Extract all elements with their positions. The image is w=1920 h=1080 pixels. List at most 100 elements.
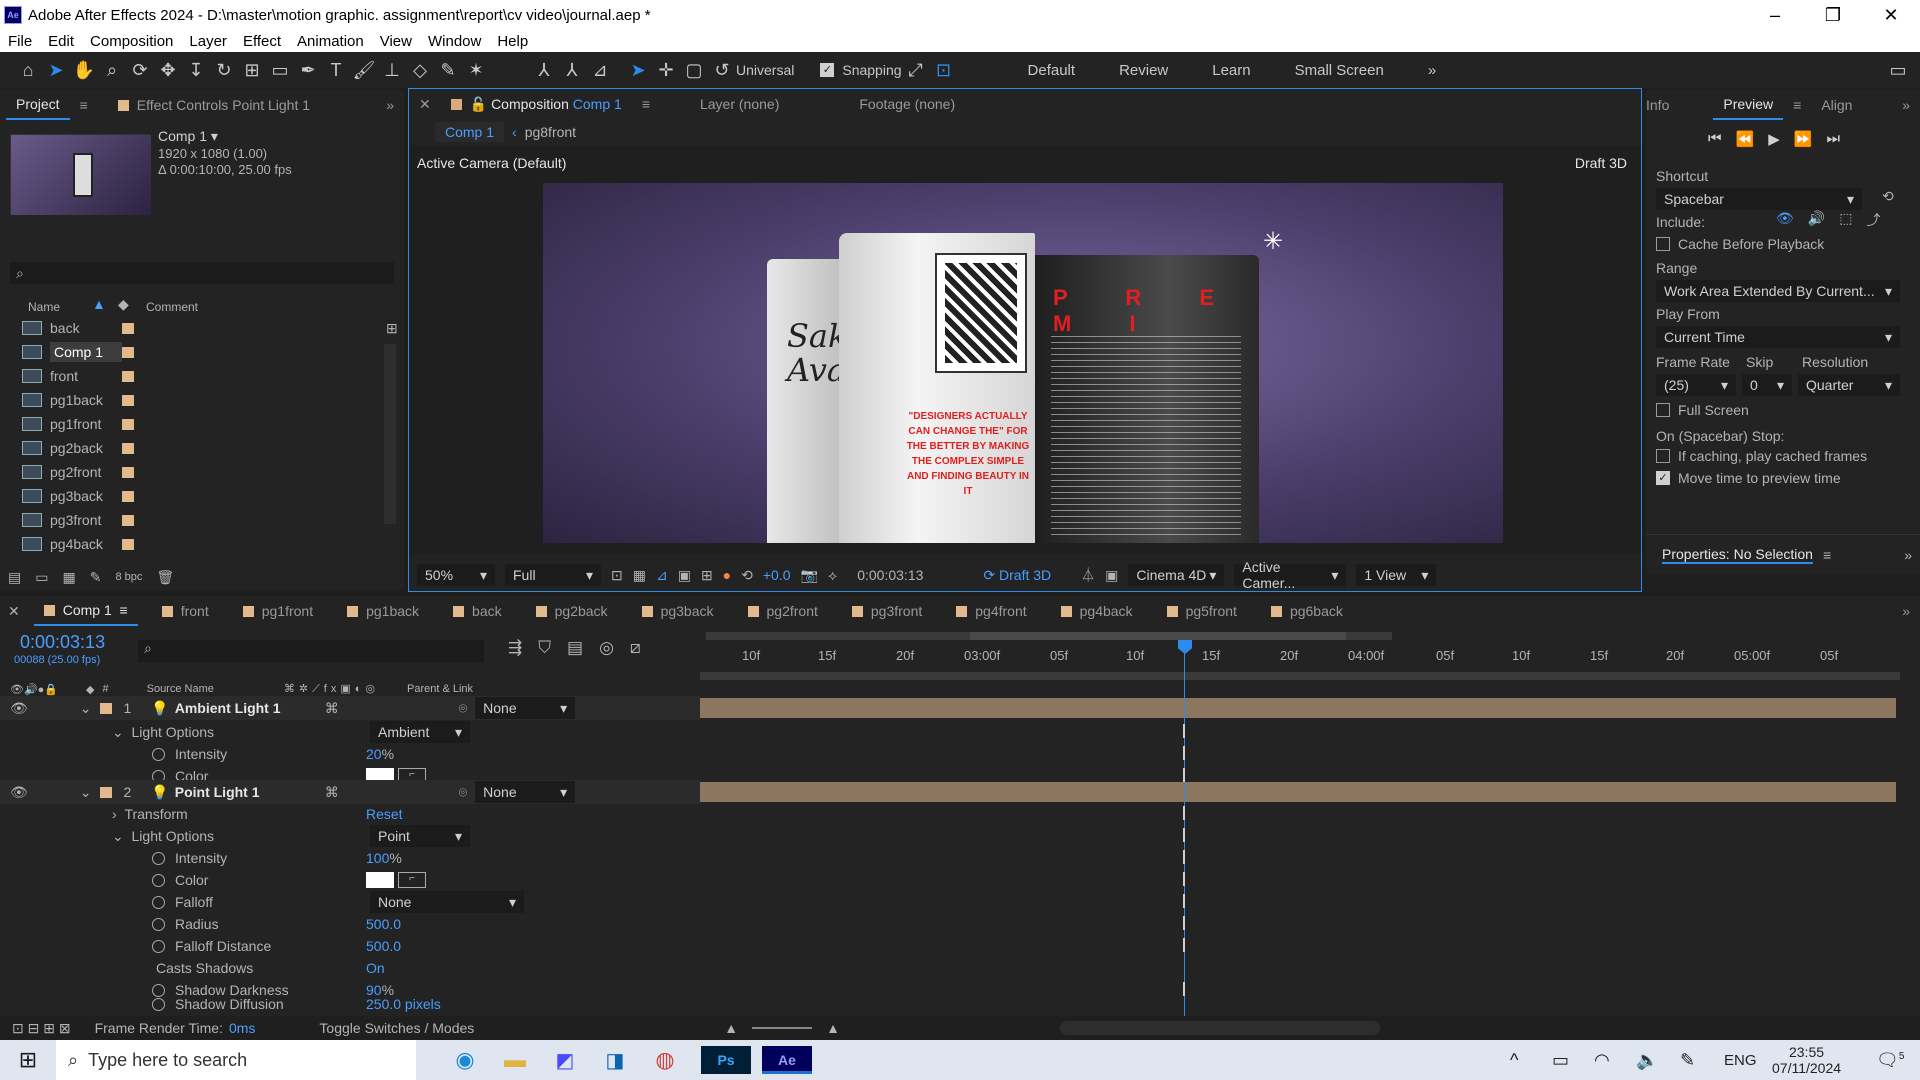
time-ruler[interactable]: 10f 15f 20f 03:00f 05f 10f 15f 20f 04:00… [700,642,1900,672]
project-item[interactable]: back [22,316,382,340]
edge-icon[interactable]: ◉ [440,1047,490,1073]
properties-overflow-icon[interactable]: » [1904,547,1912,563]
draft-3d-icon[interactable]: ⛉ [538,638,551,658]
keyframe-marker[interactable] [1183,872,1185,886]
keyframe-marker[interactable] [1183,938,1185,952]
grid-icon[interactable]: ⊞ [701,567,713,584]
notification-icon[interactable]: 🗨5 [1876,1050,1904,1071]
keyframe-marker[interactable] [1183,850,1185,864]
color-swatch[interactable] [366,872,394,888]
ground-plane-icon[interactable]: ⏃ [1081,565,1095,585]
3d-rotate-icon[interactable]: ↺ [708,56,736,84]
dolly-tool-icon[interactable]: ↧ [182,56,210,84]
first-frame-icon[interactable]: ⏮ [1708,130,1722,148]
workspace-review[interactable]: Review [1119,62,1168,79]
keyframe-marker[interactable] [1183,828,1185,842]
roto-tool-icon[interactable]: ✎ [434,56,462,84]
camera-select[interactable]: Active Camer... ▾ [1234,559,1347,591]
windows-start-icon[interactable]: ⊞ [0,1047,56,1073]
stopwatch-icon[interactable] [152,851,165,865]
parent-pickwhip-icon[interactable]: ⌾ [459,784,467,801]
project-item[interactable]: front [22,364,382,388]
timeline-hscrollbar[interactable] [1060,1021,1380,1035]
selection-tool-icon[interactable]: ➤ [42,56,70,84]
shy-switch-icon[interactable]: ⌘ [325,784,339,801]
home-icon[interactable]: ⌂ [14,56,42,84]
intensity-value[interactable]: 100% [366,846,402,870]
keyframe-marker[interactable] [1183,982,1185,996]
properties-menu-icon[interactable]: ≡ [1823,547,1831,563]
exposure-value[interactable]: +0.0 [763,567,791,583]
work-area-range[interactable] [970,632,1346,640]
after-effects-icon[interactable]: Ae [762,1046,812,1074]
puppet-tool-icon[interactable]: ✶ [462,56,490,84]
comp-menu-icon[interactable]: ≡ [632,89,660,119]
eyedropper-icon[interactable]: ⌐ [398,872,426,888]
project-item[interactable]: pg1front [22,412,382,436]
project-item[interactable]: pg3back [22,484,382,508]
tab-layer[interactable]: Layer (none) [690,89,789,119]
menu-help[interactable]: Help [489,33,536,50]
properties-tab[interactable]: Properties: No Selection [1662,546,1813,564]
clock[interactable]: 23:55 07/11/2024 [1772,1044,1841,1076]
comp-flow-icon[interactable]: ⇶ [508,638,522,658]
col-parent[interactable]: Parent & Link [407,683,473,695]
resolution-select[interactable]: Full ▾ [505,564,601,586]
project-menu-icon[interactable]: ≡ [70,90,98,120]
keyframe-marker[interactable] [1183,894,1185,908]
menu-view[interactable]: View [372,33,420,50]
time-display[interactable]: 0:00:03:13 [857,567,923,583]
tab-effect-controls[interactable]: Effect Controls Point Light 1 [108,90,320,120]
axis-world-icon[interactable]: ⅄ [558,56,586,84]
zoom-in-icon[interactable]: ▲ [826,1020,840,1036]
view-layout-select[interactable]: 1 View ▾ [1356,564,1437,586]
menu-window[interactable]: Window [420,33,489,50]
timeline-tab[interactable]: pg3front [842,596,932,626]
outlook-icon[interactable]: ◨ [590,1048,640,1073]
layer-switch-icons[interactable]: ⌘✲⟋fx▣◐◎ [284,682,379,696]
axis-view-icon[interactable]: ⊿ [586,56,614,84]
timeline-tab[interactable]: pg1back [337,596,429,626]
hand-tool-icon[interactable]: ✋ [70,56,98,84]
timeline-tab[interactable]: pg5front [1157,596,1247,626]
transform-reset[interactable]: Reset [366,802,403,826]
tab-project[interactable]: Project [6,90,70,120]
shortcut-select[interactable]: Spacebar ▾ [1656,188,1862,210]
export-include-icon[interactable]: ⤴ [1866,210,1880,230]
fast-preview-icon[interactable]: ⊡ [611,567,623,584]
tab-footage[interactable]: Footage (none) [849,89,965,119]
volume-icon[interactable]: 🔈 [1636,1050,1658,1071]
project-item[interactable]: pg3front [22,508,382,532]
layer-label-color[interactable] [99,702,112,714]
radius-value[interactable]: 500.0 [366,912,401,936]
panel-toggle-icon[interactable]: ▭ [1884,56,1912,84]
zoom-tool-icon[interactable]: ⌕ [98,56,126,84]
renderer-select[interactable]: Cinema 4D ▾ [1128,564,1225,586]
menu-animation[interactable]: Animation [289,33,372,50]
language-indicator[interactable]: ENG [1724,1052,1757,1069]
timeline-tab[interactable]: pg4front [946,596,1036,626]
adjust-icon[interactable]: ✎ [90,569,102,586]
maximize-button[interactable]: ❐ [1804,0,1862,30]
flowchart-icon[interactable]: ⊞ [386,320,398,337]
3d-select-icon[interactable]: ➤ [624,56,652,84]
workspace-overflow-icon[interactable]: » [1428,62,1436,79]
if-caching-option[interactable]: If caching, play cached frames [1656,448,1867,464]
timeline-overflow-icon[interactable]: » [1892,596,1920,626]
panel-overflow-icon[interactable]: » [1892,90,1920,120]
project-item[interactable]: pg2front [22,460,382,484]
pan-tool-icon[interactable]: ✥ [154,56,182,84]
new-comp-icon[interactable]: ▦ [62,569,75,586]
clone-tool-icon[interactable]: ⊥ [378,56,406,84]
timeline-scroll[interactable] [700,672,1900,680]
keyframe-marker[interactable] [1183,916,1185,930]
falloff-distance-value[interactable]: 500.0 [366,934,401,958]
photoshop-icon[interactable]: Ps [701,1046,751,1074]
timeline-tab[interactable]: pg2back [526,596,618,626]
resolution-select[interactable]: Quarter ▾ [1798,374,1900,396]
motion-blur-icon[interactable]: ◎ [599,638,614,658]
breadcrumb-pg8front[interactable]: pg8front [525,124,576,140]
extended-viewer-icon[interactable]: ▣ [1105,567,1118,584]
col-source-name[interactable]: Source Name [147,683,214,695]
viewer[interactable]: Active Camera (Default) Draft 3D Sak Ava… [409,145,1641,555]
